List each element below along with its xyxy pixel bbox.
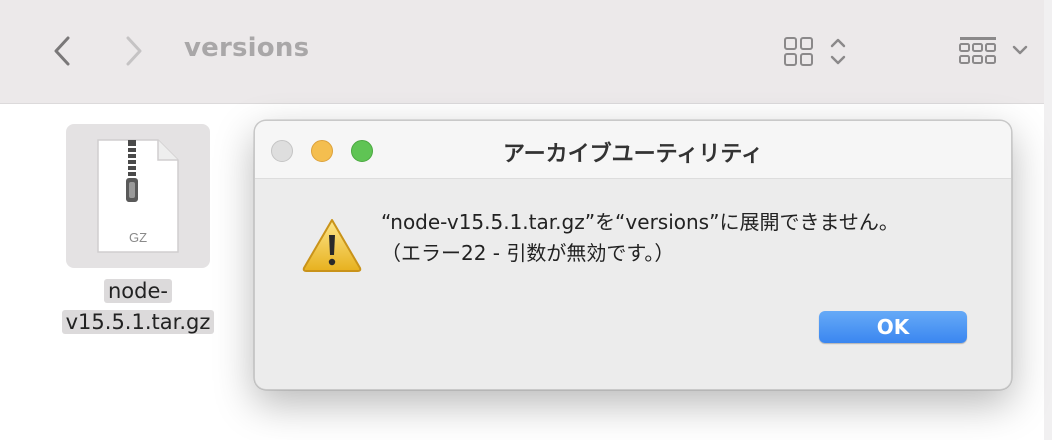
view-mode-button[interactable] [782,34,852,74]
archive-utility-dialog: アーカイブユーティリティ “node-v15.5.1.tar.gz”を“vers… [254,120,1012,390]
dialog-titlebar: アーカイブユーティリティ [255,121,1011,179]
gz-archive-icon: GZ [97,139,179,253]
ok-button[interactable]: OK [819,311,967,343]
back-button[interactable] [48,34,78,68]
file-item-selected[interactable]: GZ [66,124,210,268]
file-type-label: GZ [129,230,147,245]
grid-view-icon [784,37,846,66]
group-button[interactable] [958,34,1032,74]
warning-icon [302,219,362,272]
window-edge [1044,0,1052,440]
list-group-icon [959,37,1028,64]
error-message-line2: （エラー22 - 引数が無効です。） [381,241,675,265]
file-name-line2: v15.5.1.tar.gz [61,310,215,334]
dialog-title: アーカイブユーティリティ [502,142,764,167]
file-name[interactable]: node- v15.5.1.tar.gz [58,276,218,338]
chevron-right-icon [126,36,142,66]
file-name-line1: node- [104,279,172,303]
error-message: “node-v15.5.1.tar.gz”を“versions”に展開できません… [381,207,899,269]
chevron-left-icon [54,36,70,66]
finder-toolbar: versions [0,0,1044,104]
window-title: versions [184,33,310,63]
error-message-line1: “node-v15.5.1.tar.gz”を“versions”に展開できません… [381,210,899,234]
forward-button[interactable] [118,34,148,68]
